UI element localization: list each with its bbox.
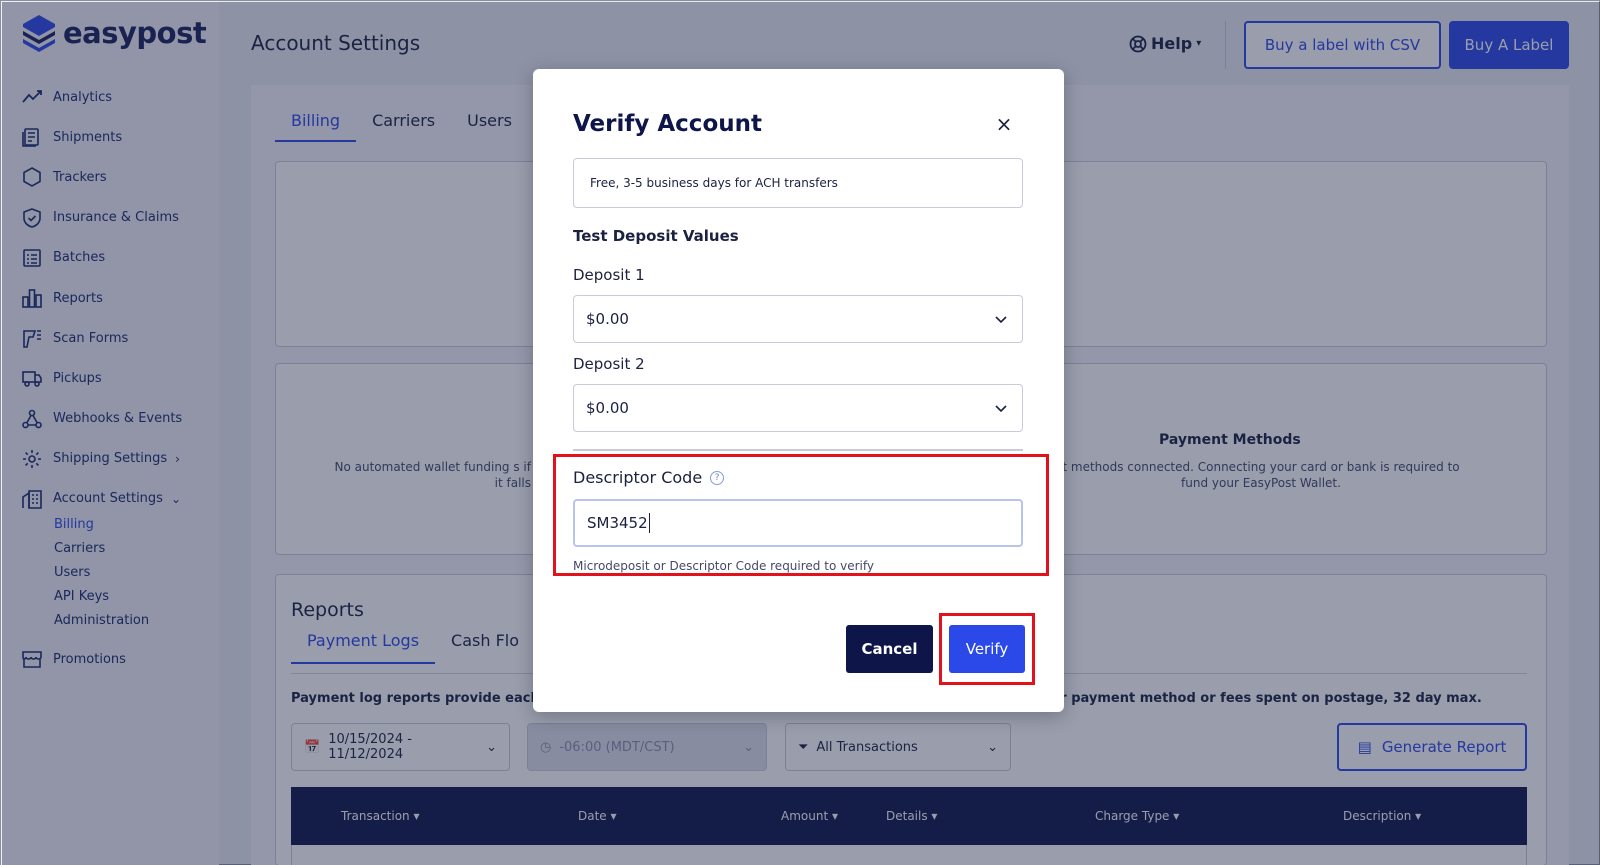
modal-title: Verify Account <box>573 111 762 137</box>
deposit-1-select[interactable]: $0.00 <box>573 295 1023 343</box>
deposit-1-value: $0.00 <box>586 310 629 328</box>
deposit-2-label: Deposit 2 <box>573 355 645 373</box>
deposit-2-select[interactable]: $0.00 <box>573 384 1023 432</box>
chevron-down-icon <box>995 405 1007 413</box>
close-icon[interactable]: × <box>993 112 1015 136</box>
verify-highlight-box <box>939 613 1035 685</box>
modal-divider <box>573 449 1023 451</box>
app-frame: easypost Analytics Shipments Trackers In… <box>0 0 1600 865</box>
test-deposit-values-label: Test Deposit Values <box>573 227 739 245</box>
descriptor-highlight-box <box>553 454 1049 576</box>
cancel-button[interactable]: Cancel <box>846 625 933 673</box>
ach-info-box: Free, 3-5 business days for ACH transfer… <box>573 158 1023 208</box>
deposit-2-value: $0.00 <box>586 399 629 417</box>
verify-account-modal: Verify Account × Free, 3-5 business days… <box>533 69 1064 712</box>
deposit-1-label: Deposit 1 <box>573 266 645 284</box>
chevron-down-icon <box>995 316 1007 324</box>
